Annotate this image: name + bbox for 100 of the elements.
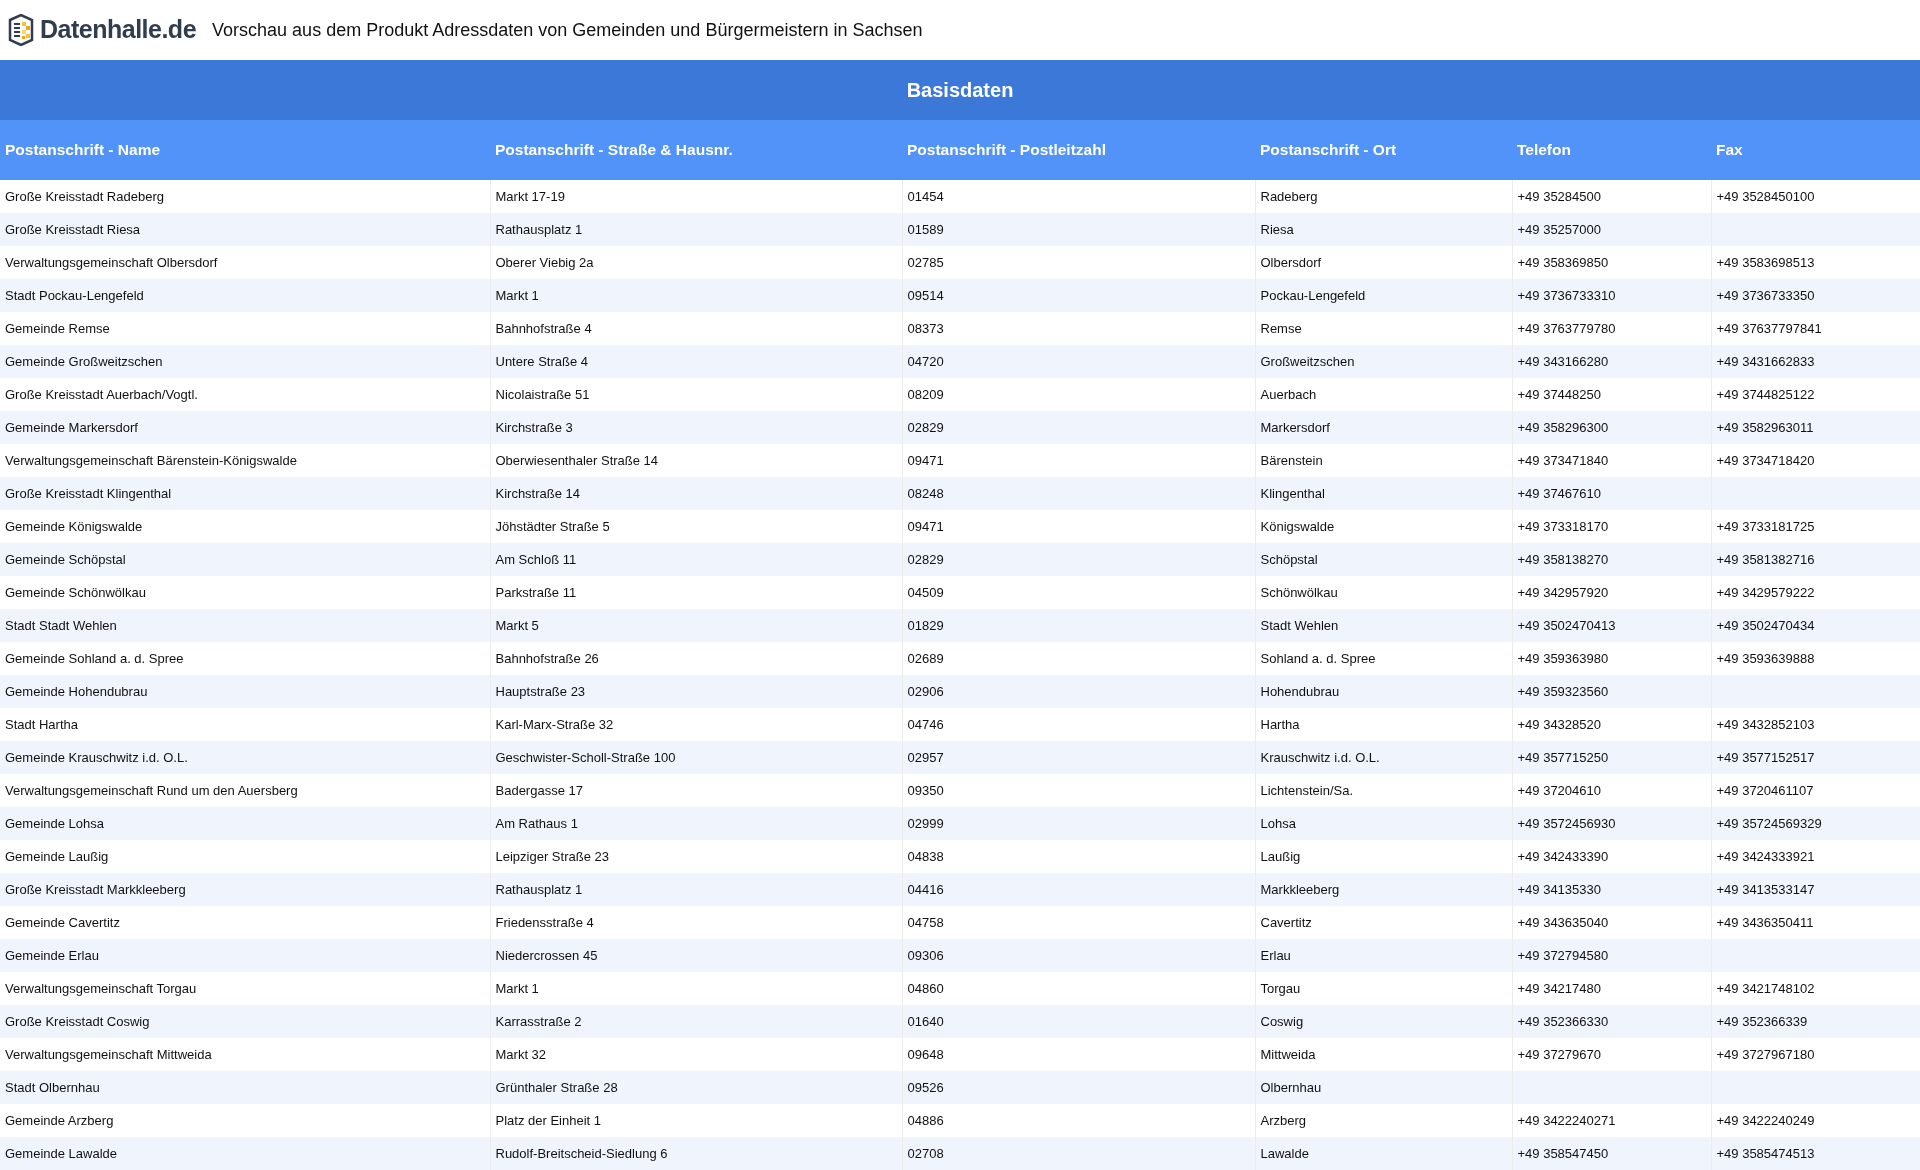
table-cell: 04860	[907, 980, 944, 996]
table-cell: Markersdorf	[1260, 419, 1330, 435]
table-cell: Nicolaistraße 51	[495, 386, 590, 402]
table-cell: Bahnhofstraße 4	[495, 320, 592, 336]
table-cell: Karrasstraße 2	[495, 1013, 582, 1029]
table-cell: +49 37467610	[1517, 485, 1601, 501]
table-cell: Stadt Wehlen	[1260, 617, 1339, 633]
table-cell: +49 3763779780	[1517, 320, 1616, 336]
logo-icon	[6, 14, 36, 46]
table-cell: +49 3436350411	[1716, 914, 1814, 930]
table-cell: Olbersdorf	[1260, 254, 1322, 270]
table-cell: +49 34328520	[1517, 716, 1601, 732]
table-cell: Coswig	[1260, 1013, 1304, 1029]
table-cell: Gemeinde Arzberg	[5, 1112, 114, 1128]
table-cell: 04758	[907, 914, 944, 930]
table-cell: 02957	[907, 749, 944, 765]
table-cell: +49 3582963011	[1716, 419, 1814, 435]
table-cell: Auerbach	[1260, 386, 1317, 402]
table-cell: +49 3585474513	[1716, 1145, 1815, 1161]
table-cell: +49 352366339	[1716, 1013, 1808, 1029]
table-cell: Lichtenstein/Sa.	[1260, 782, 1353, 798]
table-cell: +49 3744825122	[1716, 386, 1815, 402]
table-cell: +49 35284500	[1517, 188, 1601, 204]
table-cell: Bahnhofstraße 26	[495, 650, 599, 666]
table-cell: Gemeinde Königswalde	[5, 518, 143, 534]
table-cell: Kirchstraße 14	[495, 485, 581, 501]
table-cell: +49 3413533147	[1716, 881, 1815, 897]
table-cell: Mittweida	[1260, 1046, 1316, 1062]
column-header: Postanschrift - Straße & Hausnr.	[490, 120, 902, 180]
table-cell: +49 358138270	[1517, 551, 1609, 567]
table-cell: 02785	[907, 254, 944, 270]
table-cell: +49 3583698513	[1716, 254, 1815, 270]
table-cell: 04416	[907, 881, 944, 897]
table-cell: 09306	[907, 947, 944, 963]
table-cell: +49 358296300	[1517, 419, 1609, 435]
table-cell: +49 3593639888	[1716, 650, 1815, 666]
table-cell: 04838	[907, 848, 944, 864]
table-cell: Lawalde	[1260, 1145, 1309, 1161]
table-cell: +49 3431662833	[1716, 353, 1815, 369]
table-cell: Jöhstädter Straße 5	[495, 518, 610, 534]
table-cell: 08373	[907, 320, 944, 336]
table-cell: Radeberg	[1260, 188, 1318, 204]
table-cell: Rathausplatz 1	[495, 881, 583, 897]
table-cell: Große Kreisstadt Radeberg	[5, 188, 164, 204]
table-cell: Hartha	[1260, 716, 1300, 732]
table-cell: 08248	[907, 485, 944, 501]
table-cell: Markt 5	[495, 617, 539, 633]
table-cell: 04746	[907, 716, 944, 732]
table-cell: Schöpstal	[1260, 551, 1318, 567]
table-cell: 04720	[907, 353, 944, 369]
table-cell: 01829	[907, 617, 944, 633]
table-cell: +49 358547450	[1517, 1145, 1609, 1161]
table-cell: Rathausplatz 1	[495, 221, 583, 237]
table-cell: Stadt Olbernhau	[5, 1079, 100, 1095]
table-cell: Gemeinde Markersdorf	[5, 419, 138, 435]
table-cell: Am Rathaus 1	[495, 815, 578, 831]
table-cell: 08209	[907, 386, 944, 402]
table-cell: Platz der Einheit 1	[495, 1112, 601, 1128]
table-cell: 04509	[907, 584, 944, 600]
table-cell: 02708	[907, 1145, 944, 1161]
table-cell: Oberwiesenthaler Straße 14	[495, 452, 659, 468]
table-cell: +49 3421748102	[1716, 980, 1815, 996]
table-cell: Gemeinde Schöpstal	[5, 551, 126, 567]
table-cell: +49 373318170	[1517, 518, 1609, 534]
table-cell: Verwaltungsgemeinschaft Torgau	[5, 980, 197, 996]
table-cell: Friedensstraße 4	[495, 914, 594, 930]
table-cell: 02829	[907, 551, 944, 567]
table-cell: +49 342433390	[1517, 848, 1609, 864]
table-cell: Klingenthal	[1260, 485, 1325, 501]
table-cell: Gemeinde Lohsa	[5, 815, 104, 831]
table-cell: Olbernhau	[1260, 1079, 1322, 1095]
table-cell: Markt 1	[495, 980, 539, 996]
table-cell: +49 3424333921	[1716, 848, 1815, 864]
table-cell: +49 37204610	[1517, 782, 1601, 798]
table-cell: Verwaltungsgemeinschaft Rund um den Auersberg	[5, 782, 298, 798]
table-cell: 09526	[907, 1079, 944, 1095]
table-cell: Hohendubrau	[1260, 683, 1340, 699]
table-cell: +49 358369850	[1517, 254, 1609, 270]
table-cell: Erlau	[1260, 947, 1291, 963]
table-cell: Laußig	[1260, 848, 1301, 864]
page-title: Vorschau aus dem Produkt Adressdaten von Gemeinden und Bürgermeistern in Sachsen	[212, 18, 923, 42]
table-cell: Bärenstein	[1260, 452, 1323, 468]
table-cell: +49 3734718420	[1716, 452, 1815, 468]
table-cell: Schönwölkau	[1260, 584, 1338, 600]
column-header: Postanschrift - Ort	[1255, 120, 1512, 180]
table-cell: Königswalde	[1260, 518, 1335, 534]
table-cell: Remse	[1260, 320, 1302, 336]
table-cell: Gemeinde Remse	[5, 320, 110, 336]
table-cell: Markt 17-19	[495, 188, 565, 204]
table-cell: Gemeinde Laußig	[5, 848, 109, 864]
table-cell: Stadt Hartha	[5, 716, 78, 732]
table-cell: Badergasse 17	[495, 782, 583, 798]
table-cell: +49 35257000	[1517, 221, 1601, 237]
table-cell: Verwaltungsgemeinschaft Mittweida	[5, 1046, 212, 1062]
table-cell: +49 37279670	[1517, 1046, 1601, 1062]
table-cell: Gemeinde Erlau	[5, 947, 99, 963]
table-cell: Große Kreisstadt Klingenthal	[5, 485, 172, 501]
table-cell: +49 37637797841	[1716, 320, 1822, 336]
table-cell: Leipziger Straße 23	[495, 848, 609, 864]
table-cell: Untere Straße 4	[495, 353, 588, 369]
